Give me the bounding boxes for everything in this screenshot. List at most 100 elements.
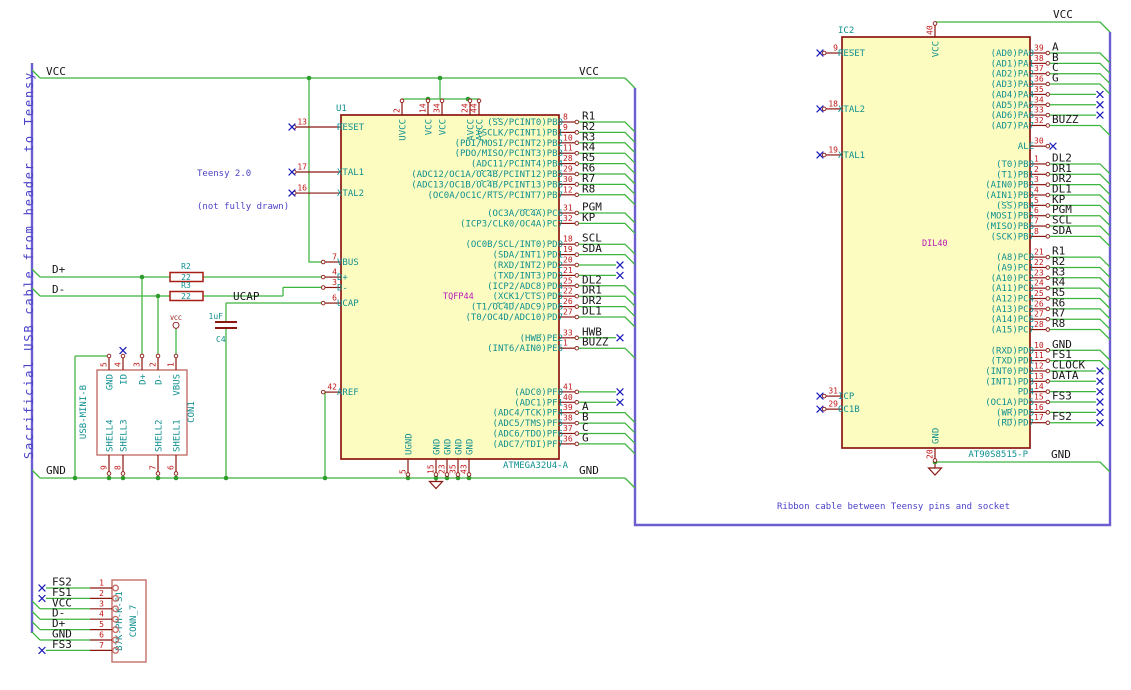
pin-name: (MISO)PB6 <box>985 222 1034 232</box>
pin-number: 14 <box>1034 382 1044 391</box>
ribbon-note[interactable]: Ribbon cable between Teensy pins and soc… <box>777 502 1010 513</box>
pin-end <box>173 353 179 359</box>
net-label-vcc-mid[interactable]: VCC <box>579 65 599 78</box>
pin-end <box>574 130 580 135</box>
net-label-gnd-right[interactable]: GND <box>1051 448 1071 461</box>
con1-bottom-pin-8[interactable]: 8 SHELL3 <box>114 419 130 476</box>
pin-name: SHELL2 <box>155 419 165 452</box>
pin-name: AVCC <box>476 119 486 141</box>
net-label-vcc-right[interactable]: VCC <box>1053 8 1073 21</box>
pin-number: 27 <box>1034 310 1044 319</box>
pin-number: 12 <box>563 185 573 194</box>
pin-wire <box>1049 62 1111 74</box>
pin-name: SHELL3 <box>120 419 130 452</box>
pin-end <box>821 406 827 412</box>
pin-end <box>1045 285 1051 291</box>
con1-top-pin-1[interactable]: 1 VBUS <box>167 353 183 396</box>
pin-name: (A10)PC2 <box>991 274 1034 284</box>
pin-end <box>1045 161 1051 167</box>
pin-number: 28 <box>1034 320 1044 329</box>
pin-end <box>1045 296 1051 301</box>
pin-number: 13 <box>1034 372 1044 381</box>
conn7-ref: CONN_7 <box>129 605 139 638</box>
pin-name: (AD2)PA2 <box>991 70 1034 80</box>
pin-number: 35 <box>449 464 458 474</box>
pin-number: 17 <box>1034 413 1044 422</box>
con1-top-pin-4[interactable]: 4 ID <box>114 346 130 385</box>
net-label-ucap[interactable]: UCAP <box>233 290 260 303</box>
net-label-dminus[interactable]: D- <box>52 283 65 296</box>
pin-number: 2 <box>1034 165 1039 174</box>
pin-end <box>139 353 145 359</box>
vcc-power-symbol[interactable] <box>172 321 180 329</box>
pin-number: 5 <box>100 362 109 367</box>
pin-name: (AD4)PA4 <box>991 90 1034 100</box>
pin-number: 39 <box>563 403 573 412</box>
pin-end <box>574 192 580 198</box>
pin-number: 32 <box>563 214 573 223</box>
pin-number: 3 <box>1034 175 1039 184</box>
pin-end <box>439 98 445 104</box>
net-label-gnd-left[interactable]: GND <box>46 464 66 477</box>
pin-number: 9 <box>100 465 109 470</box>
pin-name: (SCK)PB7 <box>991 232 1034 242</box>
conn7-pin-1[interactable]: 1FS2 <box>38 576 119 592</box>
pin-end <box>1045 92 1051 97</box>
pin-name: UVCC <box>399 119 409 141</box>
pin-name: (TXD)PD1 <box>991 357 1034 367</box>
pin-end <box>821 393 827 399</box>
pin-number: 25 <box>1034 289 1044 298</box>
no-connect-icon <box>616 398 624 407</box>
pin-name: GND <box>466 439 476 455</box>
pin-end <box>1045 203 1051 208</box>
con1-bottom-pin-7[interactable]: 7 SHELL2 <box>149 419 165 476</box>
pin-name: AREF <box>337 388 359 398</box>
pin-number: 6 <box>1034 206 1039 215</box>
pin-end <box>574 150 580 156</box>
pin-end <box>574 389 580 395</box>
pin-name: VBUS <box>173 374 183 396</box>
con1-bottom-pin-6[interactable]: 6 SHELL1 <box>167 419 183 476</box>
pin-number: 31 <box>828 387 838 396</box>
net-label: BUZZ <box>1052 113 1079 126</box>
net-label-gnd-mid[interactable]: GND <box>579 464 599 477</box>
con1-top-pin-5[interactable]: 5 GND <box>100 353 116 390</box>
pin-end <box>574 441 580 447</box>
net-label: BUZZ <box>582 336 609 349</box>
pin-end <box>574 335 580 341</box>
no-connect-icon <box>1096 90 1104 99</box>
pin-end <box>120 471 126 476</box>
pin-number: 5 <box>1034 196 1039 205</box>
pin-number: 3 <box>133 362 142 367</box>
pin-name: (A8)PC0 <box>996 253 1034 263</box>
pin-name: XTAL1 <box>337 168 364 178</box>
pin-number: 29 <box>828 400 838 409</box>
sacrificial-note[interactable]: Sacrificial USB cable from header to Tee… <box>22 71 36 459</box>
no-connect-icon <box>616 388 624 396</box>
pin-name: (ADC13/OC1B/OC4B/PCINT13)PB6 <box>411 180 563 190</box>
pin-number: 15 <box>1034 393 1044 402</box>
pin-end <box>574 293 580 299</box>
no-connect-icon <box>1096 418 1104 427</box>
net-label: R8 <box>582 182 595 195</box>
pin-name: (T0/OC4D/ADC10)PD7 <box>465 313 563 323</box>
pin-number: 18 <box>828 99 838 108</box>
pin-number: 17 <box>297 163 307 172</box>
teensy-note[interactable]: Teensy 2.0 (not fully drawn) <box>197 147 289 235</box>
pin-end <box>574 140 580 146</box>
capacitor-c4[interactable] <box>215 321 237 329</box>
no-connect-icon <box>119 346 127 355</box>
net-label-vcc-left[interactable]: VCC <box>46 65 66 78</box>
net-label-dplus[interactable]: D+ <box>52 263 65 276</box>
no-connect-icon <box>38 646 46 655</box>
pin-name: (AIN1)PB3 <box>985 191 1034 201</box>
pin-number: 8 <box>114 465 123 470</box>
pin-number: 9 <box>563 123 568 132</box>
pin-number: 22 <box>1034 258 1044 267</box>
no-connect-icon <box>1096 367 1104 375</box>
pin-number: 26 <box>563 297 573 306</box>
pin-number: 10 <box>563 133 573 142</box>
pin-name: D+ <box>337 273 348 283</box>
pin-end <box>1045 143 1051 149</box>
pin-name: (SS/PCINT0)PB0 <box>487 118 563 128</box>
